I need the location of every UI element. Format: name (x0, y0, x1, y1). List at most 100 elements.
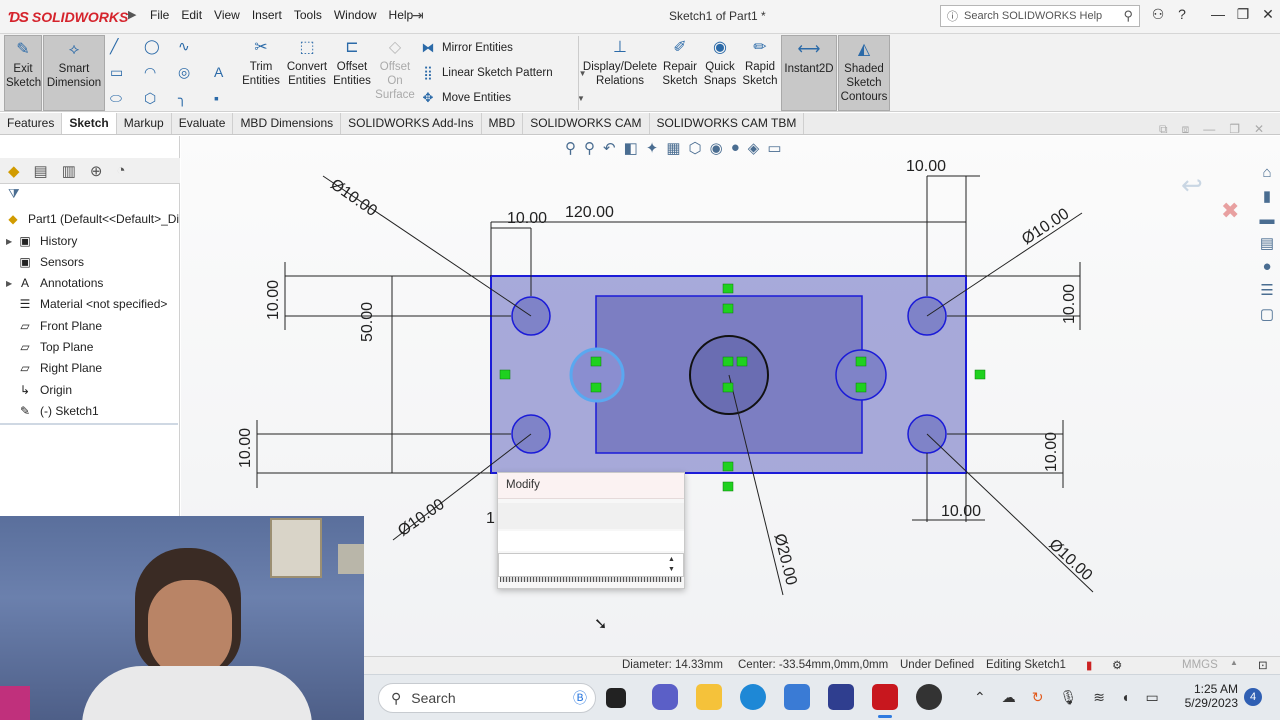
slot-icon[interactable]: ⬭ (110, 90, 122, 107)
expand-arrow-icon[interactable]: ▶ (6, 237, 16, 246)
zoom-to-fit-icon[interactable]: ⚲ (565, 139, 576, 157)
taskbar-search[interactable]: ⚲ Search Ⓑ (378, 683, 596, 713)
solidworks-taskbar-icon[interactable] (872, 684, 898, 710)
tree-item-right-plane[interactable]: ▱ Right Plane (0, 358, 102, 378)
menu-help[interactable]: Help (389, 8, 414, 22)
filter-icon[interactable]: ⧩ (8, 186, 20, 202)
viewport-icon-1[interactable]: ⧉ (1159, 122, 1168, 137)
tree-item-material[interactable]: ☰ Material <not specified> (0, 294, 168, 314)
tree-item-part1[interactable]: ◆ Part1 (Default<<Default>_Di (0, 209, 179, 229)
fillet-icon[interactable]: ╮ (178, 90, 186, 107)
tree-item-sensors[interactable]: ▣ Sensors (0, 252, 84, 272)
dimension-10-bottom-right[interactable]: 10.00 (941, 503, 981, 521)
trim-entities-button[interactable]: ✂ Trim Entities (242, 38, 280, 88)
sync-icon[interactable]: ↻ (1032, 689, 1044, 706)
viewport-close-icon[interactable]: ✕ (1254, 122, 1264, 137)
appearance-icon[interactable]: ● (731, 139, 740, 157)
view-settings-icon[interactable]: ▭ (767, 139, 781, 157)
tab-solidworks-cam-tbm[interactable]: SOLIDWORKS CAM TBM (650, 113, 805, 134)
battery-icon[interactable]: ▭ (1145, 689, 1158, 706)
linear-sketch-pattern-button[interactable]: ⣿ Linear Sketch Pattern ▼ (420, 65, 586, 81)
dimension-10-top[interactable]: 10.00 (507, 210, 547, 228)
dimension-10-left-bottom[interactable]: 10.00 (237, 428, 255, 468)
menu-tools[interactable]: Tools (294, 8, 322, 22)
repair-sketch-button[interactable]: ✐ Repair Sketch (660, 38, 700, 88)
design-library-icon[interactable]: ▬ (1260, 211, 1275, 228)
shaded-sketch-contours-button[interactable]: ◭ Shaded Sketch Contours (838, 35, 890, 111)
home-icon[interactable]: ⌂ (1262, 164, 1271, 181)
exit-sketch-button[interactable]: ✎ Exit Sketch (4, 35, 42, 111)
dimension-10-left-top[interactable]: 10.00 (265, 280, 283, 320)
dimension-10-bottom-left[interactable]: 1 (486, 510, 495, 528)
minimize-button[interactable]: — (1208, 6, 1228, 22)
point-icon[interactable]: ▪ (214, 90, 219, 106)
polygon-icon[interactable]: ⬡ (144, 90, 156, 107)
status-units[interactable]: MMGS (1182, 659, 1218, 671)
line-icon[interactable]: ╱ (110, 38, 118, 55)
clock[interactable]: 1:25 AM 5/29/2023 (1180, 682, 1238, 710)
instant2d-status-icon[interactable]: ⚙ (1112, 658, 1122, 672)
units-dropdown-icon[interactable]: ▲ (1230, 658, 1238, 667)
property-manager-icon[interactable]: ▤ (34, 162, 48, 180)
custom-properties-icon[interactable]: ☰ (1260, 281, 1273, 299)
resources-icon[interactable]: ▮ (1263, 187, 1271, 205)
microphone-icon[interactable]: 🎙︎ (1059, 689, 1077, 706)
modify-value-input[interactable] (498, 553, 684, 577)
solidworks-logo[interactable]: ƊS SOLIDWORKS (8, 5, 130, 29)
restore-button[interactable]: ❐ (1233, 6, 1253, 23)
menu-expand-arrow-icon[interactable]: ▶ (128, 8, 136, 21)
ellipse-icon[interactable]: ◎ (178, 64, 190, 81)
help-search-input[interactable]: ⓘ Search SOLIDWORKS Help ⚲ (940, 5, 1140, 27)
tab-mbd-dimensions[interactable]: MBD Dimensions (233, 113, 342, 134)
offset-entities-button[interactable]: ⊏ Offset Entities (332, 38, 372, 88)
onedrive-icon[interactable]: ☁ (1002, 689, 1016, 706)
tree-item-top-plane[interactable]: ▱ Top Plane (0, 337, 93, 357)
convert-entities-button[interactable]: ⬚ Convert Entities (284, 38, 330, 88)
view-orientation-icon[interactable]: ▦ (666, 139, 680, 157)
volume-icon[interactable]: ◖ (1121, 689, 1129, 706)
zoom-area-icon[interactable]: ⚲ (584, 139, 595, 157)
menu-file[interactable]: File (150, 8, 169, 22)
dimension-120[interactable]: 120.00 (565, 204, 614, 222)
obs-icon[interactable] (916, 684, 942, 710)
tab-solidworks-cam[interactable]: SOLIDWORKS CAM (523, 113, 650, 134)
hide-show-icon[interactable]: ◉ (710, 139, 723, 157)
forum-icon[interactable]: ▢ (1260, 305, 1274, 323)
file-explorer-icon[interactable] (696, 684, 722, 710)
tab-evaluate[interactable]: Evaluate (172, 113, 234, 134)
viewport-icon-2[interactable]: ⧈ (1182, 122, 1190, 137)
arc-icon[interactable]: ◠ (144, 64, 156, 81)
previous-view-icon[interactable]: ↶ (603, 139, 616, 157)
move-entities-button[interactable]: ✥ Move Entities ▼ (420, 90, 585, 106)
viewport-restore-icon[interactable]: ❐ (1229, 122, 1240, 137)
dynamic-annotation-icon[interactable]: ✦ (646, 139, 659, 157)
mathcad-icon[interactable] (828, 684, 854, 710)
tree-item-annotations[interactable]: ▶ A Annotations (0, 273, 103, 293)
tree-item-sketch1[interactable]: ✎ (-) Sketch1 (0, 401, 99, 421)
dimension-10-right-bottom[interactable]: 10.00 (1043, 432, 1061, 472)
wifi-icon[interactable]: ≋ (1093, 689, 1105, 706)
tab-features[interactable]: Features (0, 113, 63, 134)
smart-dimension-button[interactable]: ⟡ Smart Dimension (43, 35, 105, 111)
section-view-icon[interactable]: ◧ (624, 139, 638, 157)
task-view-icon[interactable] (606, 688, 626, 708)
mirror-entities-button[interactable]: ⧓ Mirror Entities (420, 40, 513, 56)
viewport-minimize-icon[interactable]: — (1203, 122, 1215, 137)
tree-item-origin[interactable]: ↳ Origin (0, 380, 72, 400)
menu-edit[interactable]: Edit (181, 8, 202, 22)
tray-overflow-icon[interactable]: ⌃ (974, 689, 986, 706)
appearances-icon[interactable]: ● (1262, 258, 1271, 275)
dimension-50[interactable]: 50.00 (359, 302, 377, 342)
notification-badge[interactable]: 4 (1244, 688, 1262, 706)
file-explorer-icon[interactable]: ▤ (1260, 234, 1274, 252)
text-icon[interactable]: A (214, 64, 223, 80)
menu-insert[interactable]: Insert (252, 8, 282, 22)
tab-mbd[interactable]: MBD (482, 113, 524, 134)
user-icon[interactable]: ⚇ (1148, 6, 1168, 23)
circle-icon[interactable]: ◯ (144, 38, 160, 55)
cancel-corner-icon[interactable]: ✖ (1221, 198, 1239, 224)
display-style-icon[interactable]: ⬡ (689, 139, 702, 157)
instant2d-button[interactable]: ⟷ Instant2D (781, 35, 837, 111)
expand-arrow-icon[interactable]: ▶ (6, 279, 16, 288)
display-manager-icon[interactable]: ◔ (117, 162, 126, 179)
